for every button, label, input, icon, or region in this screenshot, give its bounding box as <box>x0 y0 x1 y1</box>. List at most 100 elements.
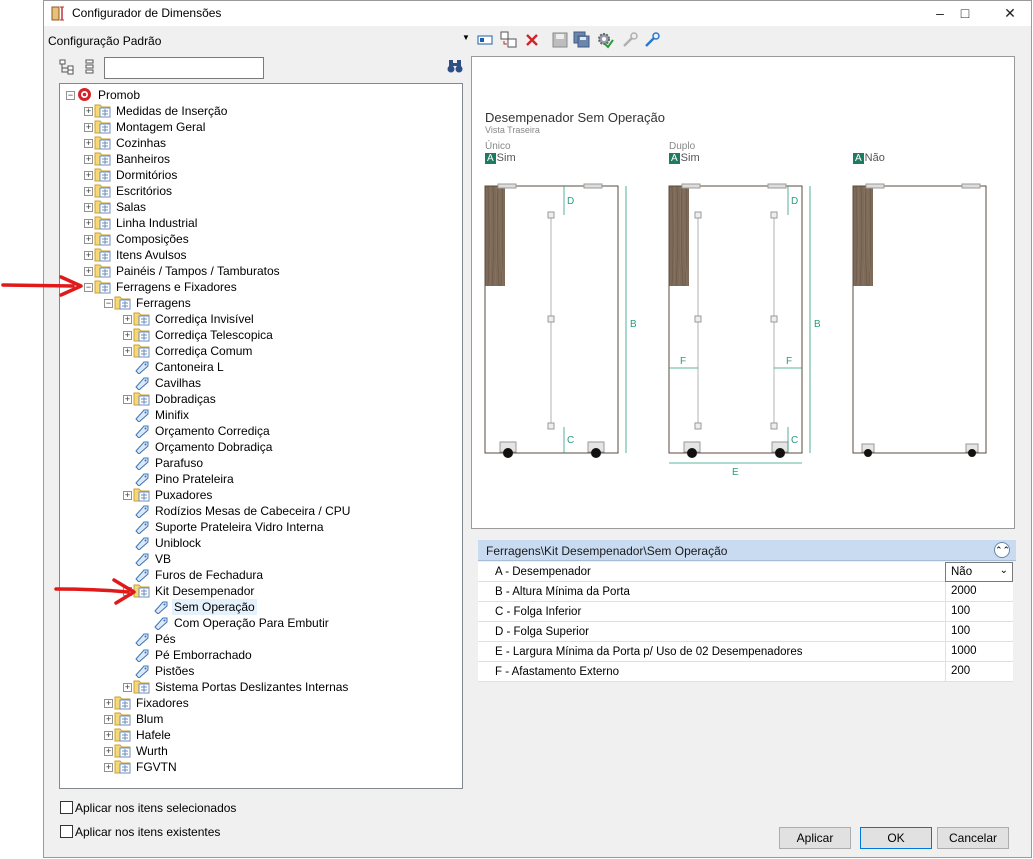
item-icon <box>133 375 150 390</box>
ok-button[interactable]: OK <box>860 827 932 849</box>
property-value[interactable]: 2000 <box>945 582 1013 602</box>
expand-icon[interactable]: + <box>84 107 93 116</box>
item-icon <box>133 407 150 422</box>
folder-icon <box>114 695 131 710</box>
expand-icon[interactable]: + <box>123 395 132 404</box>
property-value[interactable]: 100 <box>945 622 1013 642</box>
property-value[interactable]: 1000 <box>945 642 1013 662</box>
item-icon <box>133 519 150 534</box>
config-dropdown[interactable]: Configuração Padrão ▼ <box>44 30 470 50</box>
tree-item-label: Ferragens e Fixadores <box>116 280 237 294</box>
binoculars-icon[interactable] <box>447 58 463 74</box>
category-tree[interactable]: − Promob + Medidas de Inserção + Montagem Ger… <box>59 83 463 789</box>
tree-item-label: Parafuso <box>155 456 204 470</box>
folder-icon <box>133 311 150 326</box>
folder-icon <box>114 727 131 742</box>
expand-icon[interactable]: + <box>84 219 93 228</box>
property-row[interactable]: C - Folga Inferior 100 <box>478 602 1013 622</box>
tool-grey-icon[interactable] <box>621 31 639 49</box>
expand-icon[interactable]: + <box>84 155 93 164</box>
folder-icon <box>94 183 111 198</box>
tree-item-label: Pés <box>155 632 176 646</box>
copy-icon[interactable] <box>500 31 518 49</box>
tree-item-label: Salas <box>116 200 147 214</box>
collapse-icon[interactable]: − <box>104 299 113 308</box>
door-diagram: D C B D C F F B E <box>484 183 987 478</box>
expand-icon[interactable]: + <box>123 491 132 500</box>
tree-item-label: Painéis / Tampos / Tamburatos <box>116 264 280 278</box>
expand-icon[interactable]: + <box>123 331 132 340</box>
folder-icon <box>133 679 150 694</box>
folder-icon <box>94 135 111 150</box>
expand-icon[interactable]: + <box>104 731 113 740</box>
expand-icon[interactable]: + <box>123 347 132 356</box>
expand-icon[interactable]: + <box>84 171 93 180</box>
expand-icon[interactable]: + <box>104 763 113 772</box>
collapse-icon[interactable]: − <box>66 91 75 100</box>
expand-icon[interactable]: + <box>104 699 113 708</box>
tree-item-label: Ferragens <box>136 296 191 310</box>
property-row[interactable]: D - Folga Superior 100 <box>478 622 1013 642</box>
item-icon <box>152 599 169 614</box>
expand-icon[interactable]: + <box>104 715 113 724</box>
title-bar: Configurador de Dimensões – □ ✕ <box>44 1 1031 26</box>
apply-existing-checkbox[interactable] <box>60 825 73 838</box>
save-icon[interactable] <box>551 31 569 49</box>
tree-item-label: Corrediça Telescopica <box>155 328 273 342</box>
collapse-icon[interactable]: ⌃⌃ <box>994 542 1010 558</box>
apply-button[interactable]: Aplicar <box>779 827 851 849</box>
settings-check-icon[interactable] <box>596 31 614 49</box>
tree-item-label: Puxadores <box>155 488 213 502</box>
tree-item-label: Uniblock <box>155 536 202 550</box>
select-icon[interactable] <box>476 31 494 49</box>
expand-icon[interactable]: + <box>84 123 93 132</box>
apply-existing-label: Aplicar nos itens existentes <box>75 825 221 839</box>
property-value[interactable]: 100 <box>945 602 1013 622</box>
preview-pane: Desempenador Sem Operação Vista Traseira… <box>471 56 1015 529</box>
property-row[interactable]: F - Afastamento Externo 200 <box>478 662 1013 682</box>
expand-icon[interactable]: + <box>123 315 132 324</box>
expand-icon[interactable]: + <box>123 683 132 692</box>
app-icon <box>51 6 64 21</box>
tree-item-label: Dobradiças <box>155 392 216 406</box>
expand-icon[interactable]: + <box>84 203 93 212</box>
folder-icon <box>94 231 111 246</box>
expand-icon[interactable]: + <box>84 139 93 148</box>
dim-label: F <box>786 356 792 367</box>
tree-item-label: Pistões <box>155 664 195 678</box>
apply-selected-checkbox[interactable] <box>60 801 73 814</box>
property-path: Ferragens\Kit Desempenador\Sem Operação <box>486 544 728 558</box>
cancel-button[interactable]: Cancelar <box>937 827 1009 849</box>
item-icon <box>133 455 150 470</box>
red-arrow-icon <box>54 578 136 605</box>
expand-icon[interactable]: + <box>84 235 93 244</box>
delete-icon[interactable] <box>523 31 541 49</box>
folder-icon <box>114 759 131 774</box>
folder-icon <box>94 263 111 278</box>
tree-item-label: Montagem Geral <box>116 120 206 134</box>
tree-expand-icon[interactable] <box>59 59 75 75</box>
folder-icon <box>94 215 111 230</box>
tree-collapse-icon[interactable] <box>82 59 98 75</box>
folder-icon <box>114 295 131 310</box>
tree-item-label: Furos de Fechadura <box>155 568 264 582</box>
tree-item-label: Cozinhas <box>116 136 167 150</box>
maximize-icon[interactable]: □ <box>942 1 988 26</box>
door-double: D C F F B E <box>668 183 821 478</box>
search-input[interactable] <box>104 57 264 79</box>
property-row[interactable]: B - Altura Mínima da Porta 2000 <box>478 582 1013 602</box>
tree-item-label: Orçamento Dobradiça <box>155 440 273 454</box>
dim-label: C <box>567 435 574 446</box>
tool-blue-icon[interactable] <box>643 31 661 49</box>
property-row[interactable]: E - Largura Mínima da Porta p/ Uso de 02… <box>478 642 1013 662</box>
desempenador-select[interactable]: Não ⌄ <box>945 562 1013 582</box>
expand-icon[interactable]: + <box>84 251 93 260</box>
tree-item-label: Pé Emborrachado <box>155 648 252 662</box>
save-all-icon[interactable] <box>573 31 591 49</box>
close-icon[interactable]: ✕ <box>987 1 1033 26</box>
dim-label: B <box>630 319 637 330</box>
expand-icon[interactable]: + <box>104 747 113 756</box>
property-value[interactable]: 200 <box>945 662 1013 682</box>
expand-icon[interactable]: + <box>84 187 93 196</box>
property-row[interactable]: A - Desempenador Não ⌄ <box>478 562 1013 582</box>
